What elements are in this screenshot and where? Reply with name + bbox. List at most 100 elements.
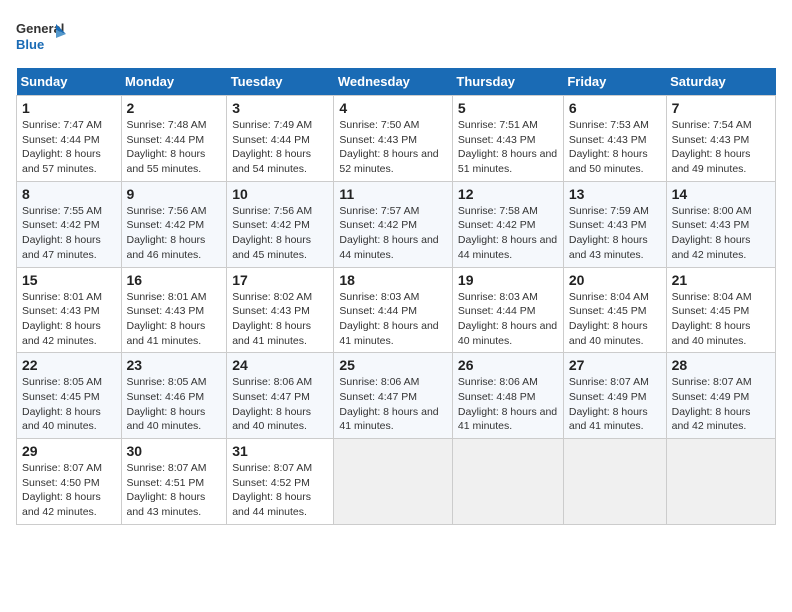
day-info: Sunrise: 7:47 AM Sunset: 4:44 PM Dayligh…	[22, 118, 116, 177]
day-info: Sunrise: 8:02 AM Sunset: 4:43 PM Dayligh…	[232, 290, 328, 349]
day-number: 21	[672, 272, 770, 288]
calendar-cell: 31 Sunrise: 8:07 AM Sunset: 4:52 PM Dayli…	[227, 439, 334, 525]
calendar-cell	[666, 439, 775, 525]
day-number: 7	[672, 100, 770, 116]
day-info: Sunrise: 7:49 AM Sunset: 4:44 PM Dayligh…	[232, 118, 328, 177]
day-number: 11	[339, 186, 447, 202]
logo-svg: GeneralBlue	[16, 16, 66, 56]
day-info: Sunrise: 7:56 AM Sunset: 4:42 PM Dayligh…	[127, 204, 222, 263]
day-info: Sunrise: 7:59 AM Sunset: 4:43 PM Dayligh…	[569, 204, 661, 263]
day-info: Sunrise: 8:05 AM Sunset: 4:46 PM Dayligh…	[127, 375, 222, 434]
calendar-cell: 16 Sunrise: 8:01 AM Sunset: 4:43 PM Dayli…	[121, 267, 227, 353]
calendar-cell: 5Sunrise: 7:51 AM Sunset: 4:43 PM Daylig…	[452, 96, 563, 182]
day-info: Sunrise: 8:07 AM Sunset: 4:49 PM Dayligh…	[672, 375, 770, 434]
day-info: Sunrise: 8:06 AM Sunset: 4:47 PM Dayligh…	[339, 375, 447, 434]
calendar-week-5: 29 Sunrise: 8:07 AM Sunset: 4:50 PM Dayli…	[17, 439, 776, 525]
day-number: 29	[22, 443, 116, 459]
day-number: 22	[22, 357, 116, 373]
day-number: 14	[672, 186, 770, 202]
calendar-cell: 1 Sunrise: 7:47 AM Sunset: 4:44 PM Daylig…	[17, 96, 122, 182]
day-number: 28	[672, 357, 770, 373]
day-info: Sunrise: 8:01 AM Sunset: 4:43 PM Dayligh…	[22, 290, 116, 349]
day-number: 8	[22, 186, 116, 202]
calendar-body: 1 Sunrise: 7:47 AM Sunset: 4:44 PM Daylig…	[17, 96, 776, 525]
col-header-thursday: Thursday	[452, 68, 563, 96]
day-info: Sunrise: 7:56 AM Sunset: 4:42 PM Dayligh…	[232, 204, 328, 263]
calendar-cell: 8 Sunrise: 7:55 AM Sunset: 4:42 PM Daylig…	[17, 181, 122, 267]
day-info: Sunrise: 8:07 AM Sunset: 4:50 PM Dayligh…	[22, 461, 116, 520]
day-info: Sunrise: 7:58 AM Sunset: 4:42 PM Dayligh…	[458, 204, 558, 263]
day-info: Sunrise: 8:05 AM Sunset: 4:45 PM Dayligh…	[22, 375, 116, 434]
calendar-cell: 11 Sunrise: 7:57 AM Sunset: 4:42 PM Dayli…	[334, 181, 453, 267]
calendar-cell: 13 Sunrise: 7:59 AM Sunset: 4:43 PM Dayli…	[563, 181, 666, 267]
calendar-cell: 3 Sunrise: 7:49 AM Sunset: 4:44 PM Daylig…	[227, 96, 334, 182]
calendar-cell: 9 Sunrise: 7:56 AM Sunset: 4:42 PM Daylig…	[121, 181, 227, 267]
calendar-week-2: 8 Sunrise: 7:55 AM Sunset: 4:42 PM Daylig…	[17, 181, 776, 267]
day-info: Sunrise: 8:04 AM Sunset: 4:45 PM Dayligh…	[569, 290, 661, 349]
col-header-tuesday: Tuesday	[227, 68, 334, 96]
day-number: 30	[127, 443, 222, 459]
calendar-cell: 10 Sunrise: 7:56 AM Sunset: 4:42 PM Dayli…	[227, 181, 334, 267]
day-info: Sunrise: 8:00 AM Sunset: 4:43 PM Dayligh…	[672, 204, 770, 263]
calendar-cell: 4 Sunrise: 7:50 AM Sunset: 4:43 PM Daylig…	[334, 96, 453, 182]
day-number: 18	[339, 272, 447, 288]
col-header-monday: Monday	[121, 68, 227, 96]
calendar-cell: 19Sunrise: 8:03 AM Sunset: 4:44 PM Dayli…	[452, 267, 563, 353]
calendar-cell: 24 Sunrise: 8:06 AM Sunset: 4:47 PM Dayli…	[227, 353, 334, 439]
day-number: 13	[569, 186, 661, 202]
calendar-cell: 21Sunrise: 8:04 AM Sunset: 4:45 PM Dayli…	[666, 267, 775, 353]
calendar-cell: 15 Sunrise: 8:01 AM Sunset: 4:43 PM Dayli…	[17, 267, 122, 353]
calendar-cell	[563, 439, 666, 525]
calendar-week-1: 1 Sunrise: 7:47 AM Sunset: 4:44 PM Daylig…	[17, 96, 776, 182]
col-header-wednesday: Wednesday	[334, 68, 453, 96]
day-info: Sunrise: 7:54 AM Sunset: 4:43 PM Dayligh…	[672, 118, 770, 177]
calendar-cell	[452, 439, 563, 525]
day-number: 4	[339, 100, 447, 116]
calendar-table: SundayMondayTuesdayWednesdayThursdayFrid…	[16, 68, 776, 525]
day-number: 27	[569, 357, 661, 373]
day-number: 3	[232, 100, 328, 116]
day-info: Sunrise: 8:06 AM Sunset: 4:48 PM Dayligh…	[458, 375, 558, 434]
calendar-cell: 17Sunrise: 8:02 AM Sunset: 4:43 PM Dayli…	[227, 267, 334, 353]
calendar-week-3: 15 Sunrise: 8:01 AM Sunset: 4:43 PM Dayli…	[17, 267, 776, 353]
day-number: 25	[339, 357, 447, 373]
calendar-cell: 22 Sunrise: 8:05 AM Sunset: 4:45 PM Dayli…	[17, 353, 122, 439]
col-header-sunday: Sunday	[17, 68, 122, 96]
logo: GeneralBlue	[16, 16, 66, 56]
calendar-cell: 20Sunrise: 8:04 AM Sunset: 4:45 PM Dayli…	[563, 267, 666, 353]
day-number: 1	[22, 100, 116, 116]
calendar-cell: 18 Sunrise: 8:03 AM Sunset: 4:44 PM Dayli…	[334, 267, 453, 353]
calendar-cell: 28 Sunrise: 8:07 AM Sunset: 4:49 PM Dayli…	[666, 353, 775, 439]
day-number: 10	[232, 186, 328, 202]
calendar-cell: 27Sunrise: 8:07 AM Sunset: 4:49 PM Dayli…	[563, 353, 666, 439]
calendar-cell: 25 Sunrise: 8:06 AM Sunset: 4:47 PM Dayli…	[334, 353, 453, 439]
col-header-saturday: Saturday	[666, 68, 775, 96]
calendar-cell: 2 Sunrise: 7:48 AM Sunset: 4:44 PM Daylig…	[121, 96, 227, 182]
day-number: 16	[127, 272, 222, 288]
calendar-cell: 30Sunrise: 8:07 AM Sunset: 4:51 PM Dayli…	[121, 439, 227, 525]
calendar-cell: 14 Sunrise: 8:00 AM Sunset: 4:43 PM Dayli…	[666, 181, 775, 267]
day-number: 19	[458, 272, 558, 288]
calendar-cell: 29 Sunrise: 8:07 AM Sunset: 4:50 PM Dayli…	[17, 439, 122, 525]
svg-text:Blue: Blue	[16, 37, 44, 52]
calendar-header-row: SundayMondayTuesdayWednesdayThursdayFrid…	[17, 68, 776, 96]
day-info: Sunrise: 7:51 AM Sunset: 4:43 PM Dayligh…	[458, 118, 558, 177]
calendar-cell	[334, 439, 453, 525]
day-info: Sunrise: 8:07 AM Sunset: 4:52 PM Dayligh…	[232, 461, 328, 520]
day-info: Sunrise: 7:55 AM Sunset: 4:42 PM Dayligh…	[22, 204, 116, 263]
day-number: 31	[232, 443, 328, 459]
day-info: Sunrise: 7:48 AM Sunset: 4:44 PM Dayligh…	[127, 118, 222, 177]
day-number: 24	[232, 357, 328, 373]
day-number: 15	[22, 272, 116, 288]
day-info: Sunrise: 8:03 AM Sunset: 4:44 PM Dayligh…	[339, 290, 447, 349]
day-info: Sunrise: 8:06 AM Sunset: 4:47 PM Dayligh…	[232, 375, 328, 434]
day-info: Sunrise: 7:57 AM Sunset: 4:42 PM Dayligh…	[339, 204, 447, 263]
day-number: 9	[127, 186, 222, 202]
day-number: 6	[569, 100, 661, 116]
day-info: Sunrise: 8:01 AM Sunset: 4:43 PM Dayligh…	[127, 290, 222, 349]
calendar-cell: 23Sunrise: 8:05 AM Sunset: 4:46 PM Dayli…	[121, 353, 227, 439]
col-header-friday: Friday	[563, 68, 666, 96]
day-info: Sunrise: 7:53 AM Sunset: 4:43 PM Dayligh…	[569, 118, 661, 177]
day-number: 2	[127, 100, 222, 116]
day-info: Sunrise: 7:50 AM Sunset: 4:43 PM Dayligh…	[339, 118, 447, 177]
